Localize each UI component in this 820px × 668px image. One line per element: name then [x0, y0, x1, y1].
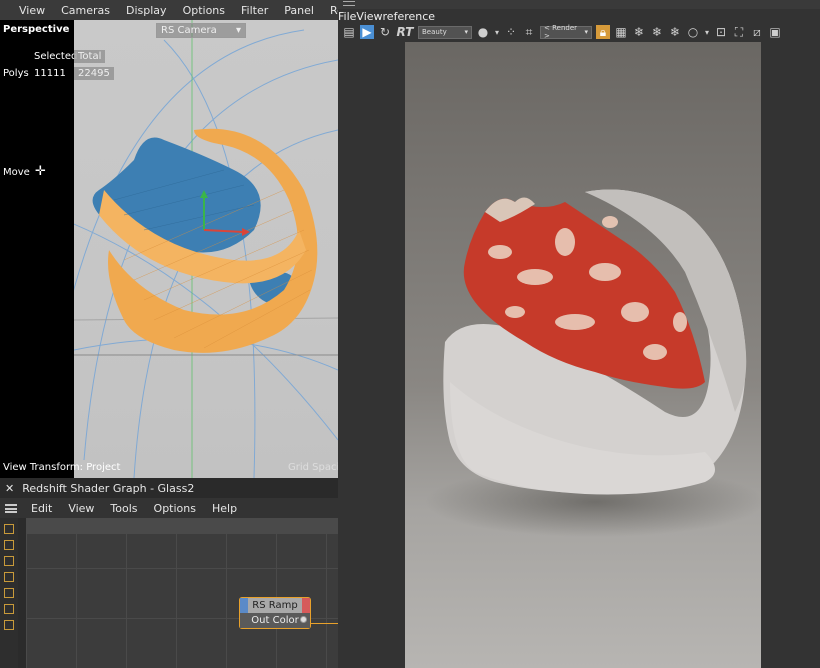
node-tool-icon[interactable] [4, 588, 14, 598]
node-tool-icon[interactable] [4, 620, 14, 630]
menu-view[interactable]: View [356, 10, 382, 23]
chevron-down-icon: ▾ [464, 28, 468, 36]
rt-icon[interactable]: RT [396, 25, 414, 39]
snowflake-icon[interactable]: ❄ [650, 25, 664, 39]
play-icon[interactable]: ▶ [360, 25, 374, 39]
node-tool-icon[interactable] [4, 556, 14, 566]
menu-display[interactable]: Display [118, 4, 175, 17]
viewport-scene [74, 20, 338, 478]
clapper-icon[interactable]: ▤ [342, 25, 356, 39]
grid-icon[interactable]: ▦ [614, 25, 628, 39]
close-icon[interactable]: ✕ [5, 482, 14, 495]
port-label: Out Color [251, 615, 299, 626]
compare-icon[interactable]: ⧄ [750, 25, 764, 39]
crop-icon[interactable]: ⌗ [522, 25, 536, 39]
render-dropdown[interactable]: < Render > ▾ [540, 24, 592, 40]
menu-filter[interactable]: Filter [233, 4, 276, 17]
stats-row-label: Polys [3, 68, 29, 79]
render-dropdown-value: < Render > [544, 24, 578, 40]
stats-selected-value: 11111 [34, 68, 66, 79]
image-icon[interactable]: ▣ [768, 25, 782, 39]
shader-graph-title: Redshift Shader Graph - Glass2 [22, 481, 195, 495]
menu-view[interactable]: View [60, 502, 102, 515]
hamburger-icon[interactable] [5, 503, 17, 513]
shader-graph-menubar: Edit View Tools Options Help [0, 498, 338, 518]
grid-dots-icon[interactable]: ⁘ [504, 25, 518, 39]
refresh-icon[interactable]: ↻ [378, 25, 392, 39]
color-ball-icon[interactable]: ● [476, 25, 490, 39]
port-socket-icon[interactable] [300, 616, 307, 623]
stats-header-selected: Selected [34, 51, 78, 62]
move-icon: ✛ [35, 164, 46, 179]
lock-icon[interactable]: 🔒︎ [596, 25, 610, 39]
node-title: RS Ramp [252, 600, 298, 611]
chevron-down-icon: ▾ [584, 28, 588, 36]
chevron-down-icon[interactable]: ▾ [704, 25, 710, 39]
menu-help[interactable]: Help [204, 502, 245, 515]
shader-graph-canvas-header [26, 518, 338, 534]
menu-tools[interactable]: Tools [102, 502, 145, 515]
grid-spacing-label: Grid Spacing [288, 462, 338, 473]
aov-dropdown[interactable]: Beauty ▾ [418, 25, 472, 39]
hamburger-icon[interactable] [343, 1, 355, 6]
shader-graph-panel: ✕ Redshift Shader Graph - Glass2 Edit Vi… [0, 478, 338, 668]
render-view-panel: File View reference ▤ ▶ ↻ RT Beauty ▾ ● … [338, 0, 820, 668]
expand-icon[interactable]: ⛶ [732, 25, 746, 39]
rs-ramp-node[interactable]: RS Ramp Out Color [239, 597, 311, 629]
render-scene [425, 189, 761, 537]
chevron-down-icon[interactable]: ▾ [494, 25, 500, 39]
menu-edit[interactable]: Edit [23, 502, 60, 515]
camera-dropdown-value: RS Camera [161, 25, 217, 36]
stats-header-total: Total [74, 50, 106, 63]
node-tool-icon[interactable] [4, 604, 14, 614]
shader-graph-toolrail [0, 518, 18, 668]
snowflake-icon[interactable]: ❄ [632, 25, 646, 39]
camera-dropdown[interactable]: RS Camera ▾ [156, 23, 246, 38]
menu-file[interactable]: File [338, 10, 356, 23]
tool-label: Move [3, 167, 30, 178]
render-image[interactable] [405, 42, 761, 668]
snowflake-icon[interactable]: ❄ [668, 25, 682, 39]
chevron-down-icon: ▾ [235, 25, 241, 36]
render-view-titlebar [338, 0, 820, 9]
stats-total-value: 22495 [74, 67, 114, 80]
viewport-menubar: View Cameras Display Options Filter Pane… [0, 0, 338, 20]
shader-graph-titlebar: ✕ Redshift Shader Graph - Glass2 [0, 478, 338, 498]
node-color-swatch [240, 598, 248, 613]
viewport-mode-label: Perspective [3, 24, 70, 35]
node-tool-icon[interactable] [4, 524, 14, 534]
menu-cameras[interactable]: Cameras [53, 4, 118, 17]
viewport-canvas[interactable] [74, 20, 338, 478]
render-view-toolbar: ▤ ▶ ↻ RT Beauty ▾ ● ▾ ⁘ ⌗ < Render > ▾ 🔒… [338, 22, 820, 42]
node-tool-icon[interactable] [4, 540, 14, 550]
node-connection [310, 623, 338, 624]
node-color-swatch [302, 598, 310, 613]
fit-icon[interactable]: ⊡ [714, 25, 728, 39]
node-header: RS Ramp [240, 598, 310, 613]
menu-options[interactable]: Options [175, 4, 233, 17]
menu-view[interactable]: View [11, 4, 53, 17]
aov-dropdown-value: Beauty [422, 28, 447, 36]
menu-panel[interactable]: Panel [276, 4, 322, 17]
node-output-port[interactable]: Out Color [240, 613, 310, 628]
circle-icon[interactable]: ○ [686, 25, 700, 39]
node-tool-icon[interactable] [4, 572, 14, 582]
view-transform-label: View Transform: Project [3, 462, 121, 473]
menu-options[interactable]: Options [146, 502, 204, 515]
viewport-panel: View Cameras Display Options Filter Pane… [0, 0, 338, 478]
menu-reference[interactable]: reference [383, 10, 436, 23]
render-view-menubar: File View reference [338, 9, 820, 23]
shader-graph-canvas[interactable] [26, 518, 338, 668]
menu-redshift[interactable]: Redshift [322, 4, 338, 17]
